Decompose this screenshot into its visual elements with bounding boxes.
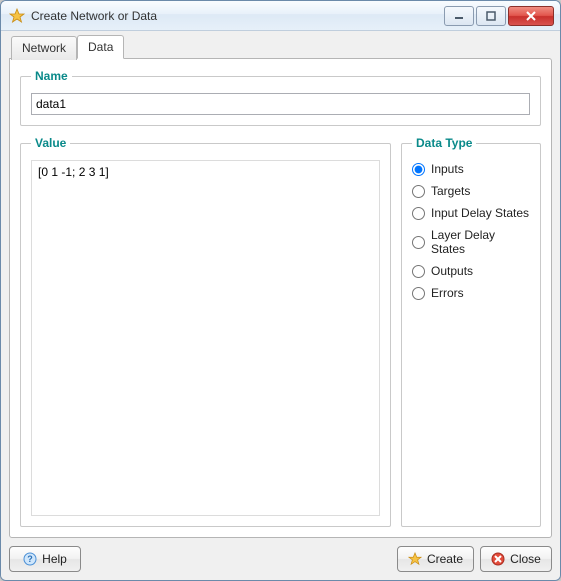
maximize-button[interactable] (476, 6, 506, 26)
radio-layer-delay-input[interactable] (412, 236, 425, 249)
star-icon (408, 552, 422, 566)
create-button-label: Create (427, 552, 463, 566)
value-textarea[interactable] (31, 160, 380, 516)
datatype-group-label: Data Type (412, 136, 476, 150)
value-group-label: Value (31, 136, 70, 150)
radio-targets-input[interactable] (412, 185, 425, 198)
radio-outputs-input[interactable] (412, 265, 425, 278)
radio-errors[interactable]: Errors (412, 286, 530, 300)
name-input[interactable] (31, 93, 530, 115)
create-button[interactable]: Create (397, 546, 474, 572)
radio-input-delay-label: Input Delay States (431, 206, 529, 220)
help-icon: ? (23, 552, 37, 566)
value-group: Value (20, 136, 391, 527)
radio-inputs-input[interactable] (412, 163, 425, 176)
help-button-label: Help (42, 552, 67, 566)
datatype-group: Data Type Inputs Targets Input Delay (401, 136, 541, 527)
window-title: Create Network or Data (31, 9, 438, 23)
radio-errors-label: Errors (431, 286, 464, 300)
radio-input-delay-input[interactable] (412, 207, 425, 220)
window-controls (444, 6, 554, 26)
radio-layer-delay-label: Layer Delay States (431, 228, 530, 256)
tab-data[interactable]: Data (77, 35, 124, 59)
close-button[interactable]: Close (480, 546, 552, 572)
datatype-radio-column: Inputs Targets Input Delay States L (412, 160, 530, 300)
tabstrip: Network Data (9, 35, 552, 59)
name-group: Name (20, 69, 541, 126)
radio-outputs[interactable]: Outputs (412, 264, 530, 278)
titlebar: Create Network or Data (1, 1, 560, 31)
svg-text:?: ? (27, 554, 33, 564)
radio-inputs[interactable]: Inputs (412, 162, 530, 176)
radio-outputs-label: Outputs (431, 264, 473, 278)
tab-data-page: Name Value Data Type Inputs (9, 58, 552, 538)
dialog-window: Create Network or Data Network Data Name (0, 0, 561, 581)
name-group-label: Name (31, 69, 72, 83)
radio-errors-input[interactable] (412, 287, 425, 300)
middle-row: Value Data Type Inputs Targets (20, 136, 541, 527)
close-window-button[interactable] (508, 6, 554, 26)
app-icon (9, 8, 25, 24)
radio-targets-label: Targets (431, 184, 470, 198)
radio-targets[interactable]: Targets (412, 184, 530, 198)
tab-network[interactable]: Network (11, 36, 77, 60)
minimize-button[interactable] (444, 6, 474, 26)
button-row: ? Help Create (9, 538, 552, 572)
radio-layer-delay[interactable]: Layer Delay States (412, 228, 530, 256)
close-button-label: Close (510, 552, 541, 566)
close-icon (491, 552, 505, 566)
radio-inputs-label: Inputs (431, 162, 464, 176)
radio-input-delay[interactable]: Input Delay States (412, 206, 530, 220)
help-button[interactable]: ? Help (9, 546, 81, 572)
client-area: Network Data Name Value Data Type (1, 31, 560, 580)
